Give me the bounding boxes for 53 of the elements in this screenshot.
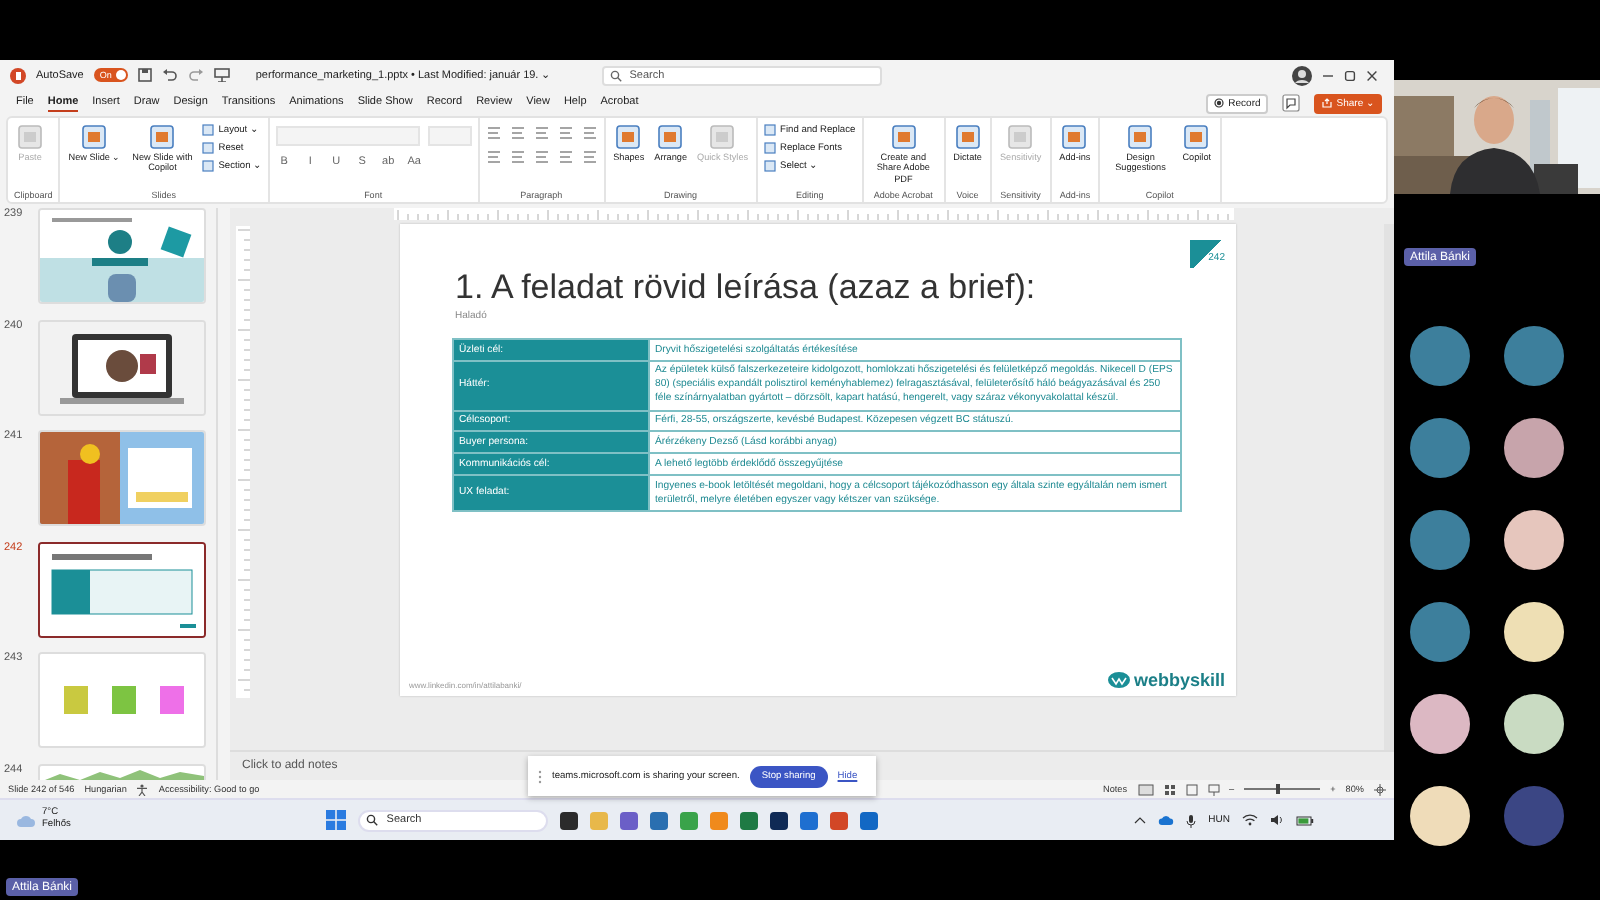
participant-avatar[interactable] bbox=[1504, 418, 1564, 478]
slide-title: 1. A feladat rövid leírása (azaz a brief): bbox=[455, 268, 1036, 308]
slide-thumbnail[interactable] bbox=[38, 541, 206, 637]
close-icon[interactable] bbox=[1366, 69, 1378, 81]
record-icon bbox=[1214, 98, 1225, 108]
microphone-icon[interactable] bbox=[1186, 813, 1197, 827]
tool-icon bbox=[656, 124, 685, 150]
tool-icon bbox=[708, 124, 737, 150]
logo-text: webbyskill bbox=[1133, 670, 1225, 690]
volume-icon[interactable] bbox=[1270, 814, 1284, 826]
tool-icon bbox=[1060, 124, 1089, 150]
tool-icon bbox=[16, 124, 44, 150]
logo-icon bbox=[1107, 672, 1130, 688]
undo-icon[interactable] bbox=[161, 68, 178, 82]
font-size-field[interactable] bbox=[427, 126, 472, 146]
tool-icon bbox=[148, 124, 177, 150]
tool-icon bbox=[1182, 124, 1211, 150]
grid-view-icon[interactable] bbox=[1163, 783, 1176, 795]
share-icon bbox=[1322, 98, 1333, 108]
tool-icon bbox=[80, 124, 109, 150]
avatar-icon[interactable] bbox=[1292, 65, 1312, 85]
participant-avatar[interactable] bbox=[1504, 510, 1564, 570]
app-icon[interactable] bbox=[560, 811, 579, 829]
presentation-icon[interactable] bbox=[1207, 783, 1220, 795]
participant-avatar[interactable] bbox=[1504, 694, 1564, 754]
chevron-up-icon[interactable] bbox=[1134, 816, 1147, 824]
participant-avatar[interactable] bbox=[1410, 694, 1470, 754]
start-icon[interactable] bbox=[326, 810, 347, 830]
battery-icon[interactable] bbox=[1296, 815, 1314, 825]
accessibility-icon[interactable] bbox=[136, 783, 149, 795]
align-left-icon[interactable] bbox=[485, 150, 502, 164]
restore-icon[interactable] bbox=[1344, 69, 1356, 81]
comment-icon[interactable] bbox=[1282, 94, 1301, 112]
fit-slide-icon[interactable] bbox=[1374, 783, 1386, 795]
app-icon[interactable] bbox=[770, 811, 789, 829]
cloud-icon[interactable] bbox=[1158, 814, 1175, 826]
tool-icon bbox=[889, 124, 918, 150]
zoom-slider[interactable] bbox=[1276, 784, 1281, 794]
save-icon[interactable] bbox=[137, 68, 152, 82]
tool-icon bbox=[614, 124, 643, 150]
tool-icon bbox=[1126, 124, 1155, 150]
presenter-icon[interactable] bbox=[213, 68, 230, 82]
tool-icon bbox=[1006, 124, 1035, 150]
reading-view-icon[interactable] bbox=[1185, 783, 1198, 795]
participant-avatar[interactable] bbox=[1504, 602, 1564, 662]
participant-avatar[interactable] bbox=[1410, 786, 1470, 846]
wifi-icon[interactable] bbox=[1242, 814, 1258, 826]
powerpoint-icon bbox=[10, 67, 26, 83]
minimize-icon[interactable] bbox=[1322, 69, 1334, 81]
normal-view-icon[interactable] bbox=[1137, 783, 1154, 795]
tool-icon bbox=[953, 124, 982, 150]
font-name-field[interactable] bbox=[275, 126, 420, 146]
redo-icon[interactable] bbox=[187, 68, 204, 82]
